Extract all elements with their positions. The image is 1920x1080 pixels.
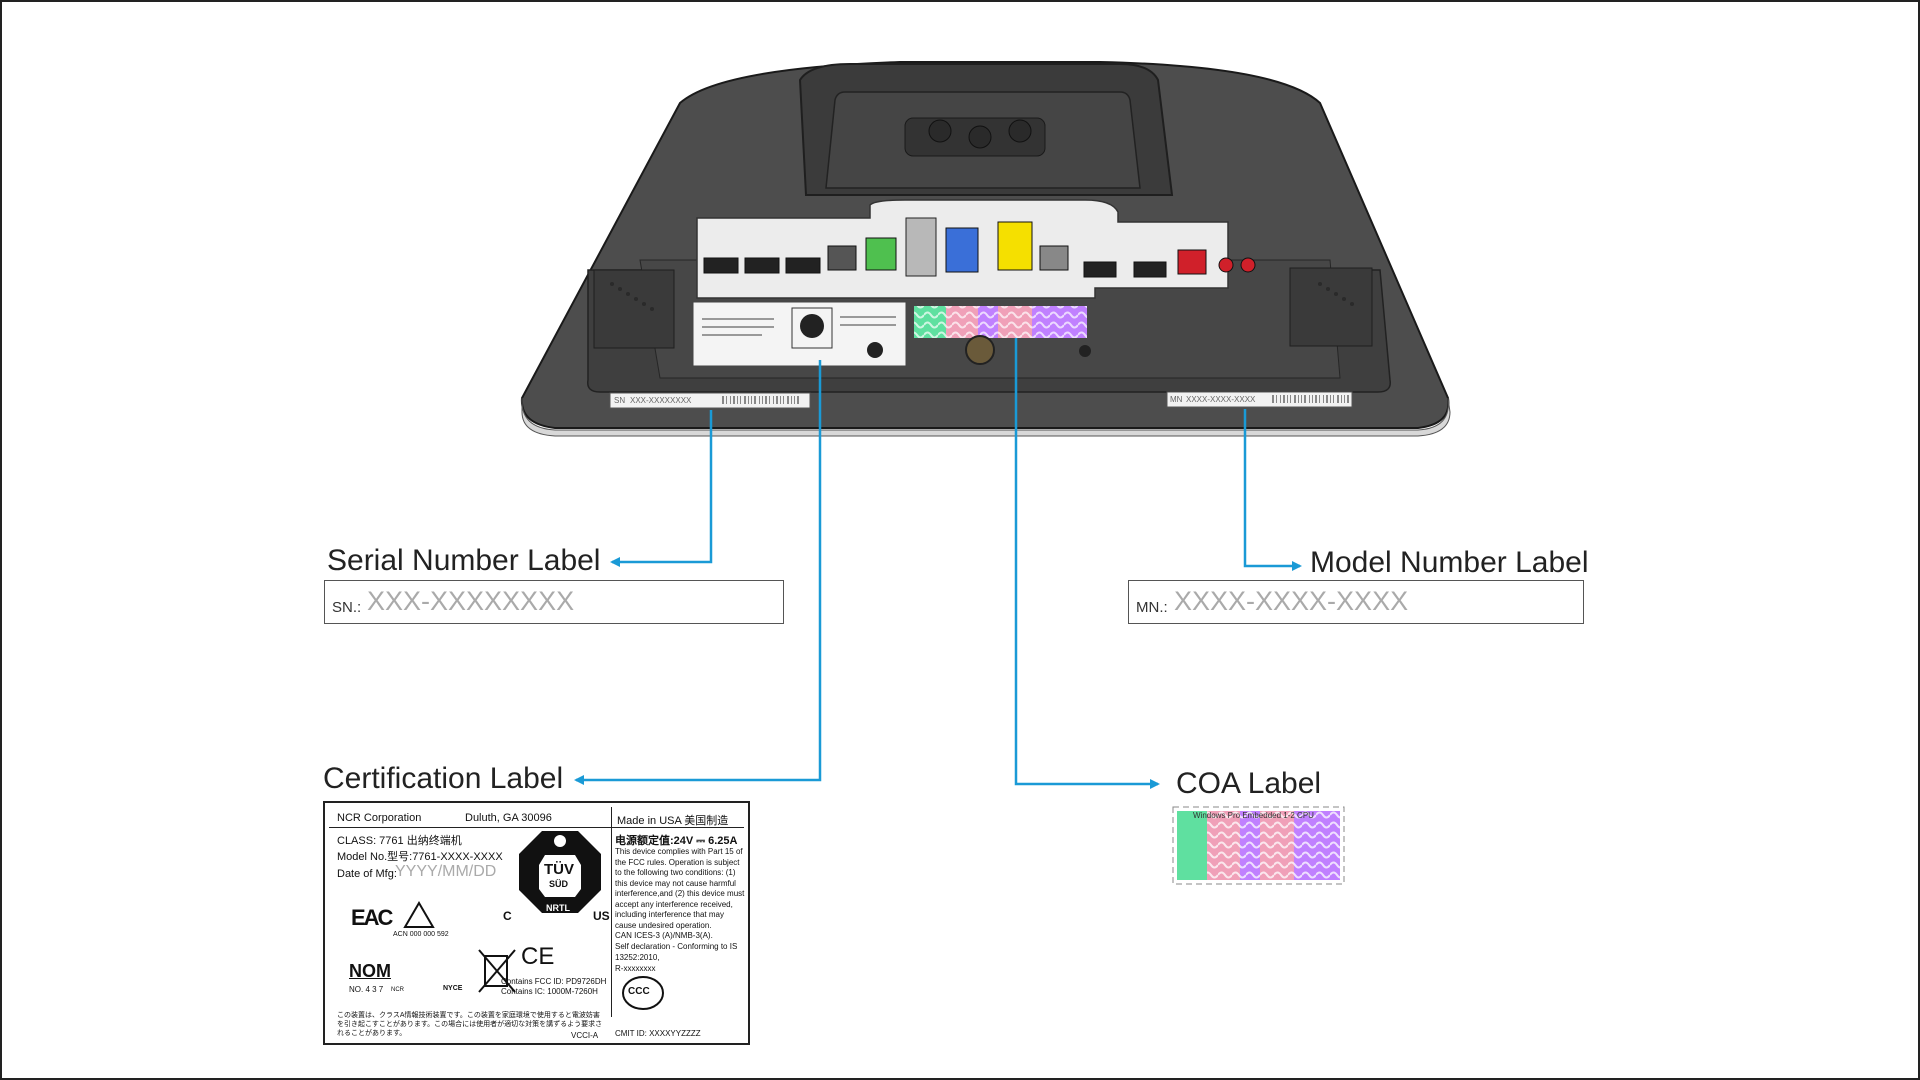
serial-number-label-title: Serial Number Label (327, 544, 601, 577)
barcode-bar (1276, 395, 1277, 403)
cert-date-value: YYYY/MM/DD (395, 863, 497, 880)
barcode-bar (754, 396, 756, 404)
cert-class: CLASS: 7761 出纳终端机 (337, 835, 462, 847)
barcode-bar (722, 396, 724, 404)
coa-label-title: COA Label (1176, 767, 1322, 800)
certification-label-title: Certification Label (323, 762, 564, 795)
barcode-bar (1301, 395, 1302, 403)
nom-suffix: NCR (391, 987, 404, 993)
device-coa-label (914, 306, 1087, 338)
device-cert-label (692, 301, 907, 367)
barcode-bar (744, 396, 746, 404)
barcode-bar (759, 396, 760, 404)
barcode-bar (783, 396, 784, 404)
barcode-bar (787, 396, 789, 404)
cert-cmit: CMIT ID: XXXXYYZZZZ (615, 1029, 701, 1038)
barcode-bar (762, 396, 763, 404)
barcode-bar (780, 396, 781, 404)
nyce-mark: NYCE (443, 985, 463, 992)
barcode-bar (1283, 395, 1285, 403)
barcode-bar (751, 396, 752, 404)
barcode-bar (1290, 395, 1291, 403)
device-mn-value: XXXX-XXXX-XXXX (1186, 395, 1256, 404)
barcode-bar (1298, 395, 1299, 403)
barcode-bar (1287, 395, 1288, 403)
barcode-bar (1330, 395, 1331, 403)
cert-can-ices: CAN ICES-3 (A)/NMB-3(A). (615, 931, 713, 940)
barcode-bar (737, 396, 738, 404)
cert-vdivider (611, 807, 612, 1017)
cert-japanese-text: この装置は、クラスA情報技術装置です。この装置を家庭環境で使用すると電波妨害を引… (337, 1012, 603, 1037)
device-illustration (520, 61, 1564, 885)
serial-prefix: SN.: (332, 599, 362, 616)
barcode-bar (1309, 395, 1310, 403)
barcode-bar (769, 396, 770, 404)
eac-mark: EAC (351, 905, 393, 930)
barcode-bar (740, 396, 741, 404)
cert-model-no: Model No.型号:7761-XXXX-XXXX (337, 851, 503, 863)
device-mn-prefix: MN (1170, 395, 1183, 404)
cert-location: Duluth, GA 30096 (465, 812, 552, 824)
barcode-bar (797, 396, 799, 404)
barcode-bar (765, 396, 767, 404)
certification-label-card: NCR Corporation Duluth, GA 30096 Made in… (323, 801, 750, 1045)
device-sn-prefix: SN (614, 396, 626, 405)
barcode-bar (1326, 395, 1328, 403)
barcode-bar (1312, 395, 1313, 403)
barcode-bar (773, 396, 774, 404)
barcode-bar (1333, 395, 1334, 403)
nom-mark: NOM (349, 961, 391, 981)
cert-fcc-text: This device complies with Part 15 of the… (615, 847, 745, 930)
barcode-bar (1304, 395, 1306, 403)
barcode-bar (748, 396, 749, 404)
us-mark: US (593, 909, 610, 923)
cert-acn: ACN 000 000 592 (393, 931, 449, 938)
cert-date-label: Date of Mfg: (337, 868, 397, 880)
model-number-label-title: Model Number Label (1310, 546, 1589, 579)
cert-fcc-id: Contains FCC ID: PD9726DH (501, 977, 607, 986)
cert-vcci: VCCI-A (571, 1031, 599, 1040)
cert-ic-id: Contains IC: 1000M-7260H (501, 987, 598, 996)
barcode-bar (1323, 395, 1324, 403)
cert-r-number: R-xxxxxxxx (615, 964, 656, 973)
nrtl-text: NRTL (546, 903, 570, 913)
model-prefix: MN.: (1136, 599, 1168, 616)
cert-company: NCR Corporation (337, 812, 422, 824)
cert-self-decl: Self declaration - Conforming to IS 1325… (615, 942, 738, 962)
barcode-bar (1344, 395, 1345, 403)
device-sn-value: XXX-XXXXXXXX (630, 396, 692, 405)
barcode-bar (733, 396, 735, 404)
barcode-bar (1341, 395, 1342, 403)
cert-made-in: Made in USA 美国制造 (617, 815, 729, 827)
model-value: XXXX-XXXX-XXXX (1174, 586, 1409, 616)
ccc-text: CCC (628, 986, 650, 997)
barcode-bar (726, 396, 727, 404)
barcode-bar (791, 396, 792, 404)
barcode-bar (1347, 395, 1349, 403)
nom-number: NO. 4 3 7 (349, 985, 384, 994)
sud-text: SÜD (549, 879, 569, 889)
barcode-bar (1337, 395, 1339, 403)
model-number-label-box: MN.: XXXX-XXXX-XXXX (1128, 580, 1584, 624)
barcode-bar (1294, 395, 1296, 403)
barcode-bar (794, 396, 795, 404)
rcm-mark (403, 901, 435, 928)
tuv-text: TÜV (544, 861, 574, 878)
cert-power: 电源额定值:24V ⎓ 6.25A (615, 835, 738, 847)
barcode-bar (1280, 395, 1281, 403)
barcode-bar (1272, 395, 1274, 403)
c-mark: C (503, 909, 512, 923)
device-body (520, 61, 1451, 437)
serial-number-label-box: SN.: XXX-XXXXXXXX (324, 580, 784, 624)
barcode-bar (1315, 395, 1317, 403)
serial-value: XXX-XXXXXXXX (367, 586, 575, 616)
coa-strip-text: Windows Pro Embedded 1-2 CPU (1193, 811, 1314, 820)
ce-mark: CE (521, 943, 555, 970)
barcode-bar (1319, 395, 1320, 403)
barcode-bar (730, 396, 731, 404)
barcode-bar (776, 396, 778, 404)
